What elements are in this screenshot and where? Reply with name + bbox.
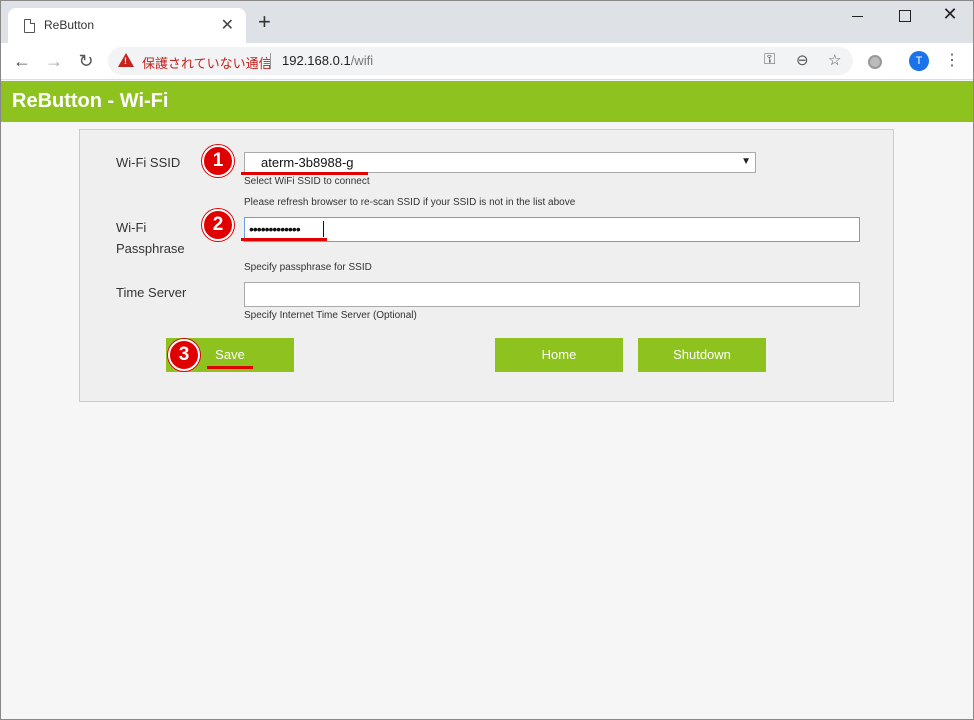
browser-toolbar: ← → ↻ ! 保護されていない通信 192.168.0.1/wifi ⚿ ⊖ … [0, 43, 974, 80]
omnibox-divider [270, 53, 271, 69]
reload-icon[interactable]: ↻ [74, 49, 98, 73]
passphrase-value: ••••••••••••• [249, 221, 301, 237]
warning-icon[interactable]: ! [118, 53, 134, 67]
page-title: ReButton - Wi-Fi [12, 90, 169, 112]
zoom-icon[interactable]: ⊖ [796, 51, 809, 69]
avatar[interactable]: T [909, 51, 929, 71]
passphrase-field[interactable]: ••••••••••••• [244, 217, 860, 242]
maximize-button[interactable] [895, 6, 915, 26]
annotation-underline-3 [207, 366, 253, 369]
ssid-label: Wi-Fi SSID [116, 155, 181, 170]
browser-tab[interactable]: ReButton ✕ [8, 8, 246, 43]
wifi-form-panel: Wi-Fi SSID aterm-3b8988-g ▼ Select WiFi … [79, 129, 894, 402]
forward-icon[interactable]: → [42, 49, 66, 73]
security-status[interactable]: 保護されていない通信 [142, 53, 272, 72]
passphrase-hint: Specify passphrase for SSID [244, 262, 372, 273]
new-tab-button[interactable]: + [258, 11, 271, 33]
star-icon[interactable]: ☆ [828, 51, 841, 69]
menu-icon[interactable]: ⋮ [944, 50, 960, 70]
annotation-marker-2: 2 [202, 209, 234, 241]
annotation-underline-1 [241, 172, 368, 175]
app-header: ReButton - Wi-Fi [0, 81, 974, 122]
time-server-hint: Specify Internet Time Server (Optional) [244, 310, 417, 321]
time-server-field[interactable] [244, 282, 860, 307]
time-server-label: Time Server [116, 285, 187, 300]
passphrase-label-line1: Wi-Fi [116, 220, 147, 235]
home-button[interactable]: Home [495, 338, 623, 372]
extension-icon[interactable] [868, 55, 882, 69]
address-bar[interactable]: ! 保護されていない通信 192.168.0.1/wifi ⚿ ⊖ ☆ [108, 47, 853, 75]
annotation-underline-2 [241, 238, 327, 241]
text-caret [323, 221, 324, 237]
shutdown-button[interactable]: Shutdown [638, 338, 766, 372]
browser-titlebar: ReButton ✕ + ✕ [0, 0, 974, 43]
chevron-down-icon: ▼ [741, 156, 751, 167]
ssid-selected-value: aterm-3b8988-g [261, 155, 354, 170]
tab-title: ReButton [44, 18, 95, 32]
back-icon[interactable]: ← [10, 49, 34, 73]
tab-close-icon[interactable]: ✕ [221, 15, 234, 35]
passphrase-label-line2: Passphrase [116, 241, 185, 256]
minimize-button[interactable] [848, 6, 868, 26]
annotation-marker-1: 1 [202, 145, 234, 177]
ssid-rescan-hint: Please refresh browser to re-scan SSID i… [244, 197, 576, 208]
ssid-hint: Select WiFi SSID to connect [244, 176, 370, 187]
ssid-select[interactable]: aterm-3b8988-g ▼ [244, 152, 756, 173]
url-text[interactable]: 192.168.0.1/wifi [282, 53, 373, 68]
annotation-marker-3: 3 [168, 339, 200, 371]
page-icon [24, 19, 35, 33]
key-icon[interactable]: ⚿ [764, 51, 775, 68]
window-close-button[interactable]: ✕ [940, 4, 960, 24]
